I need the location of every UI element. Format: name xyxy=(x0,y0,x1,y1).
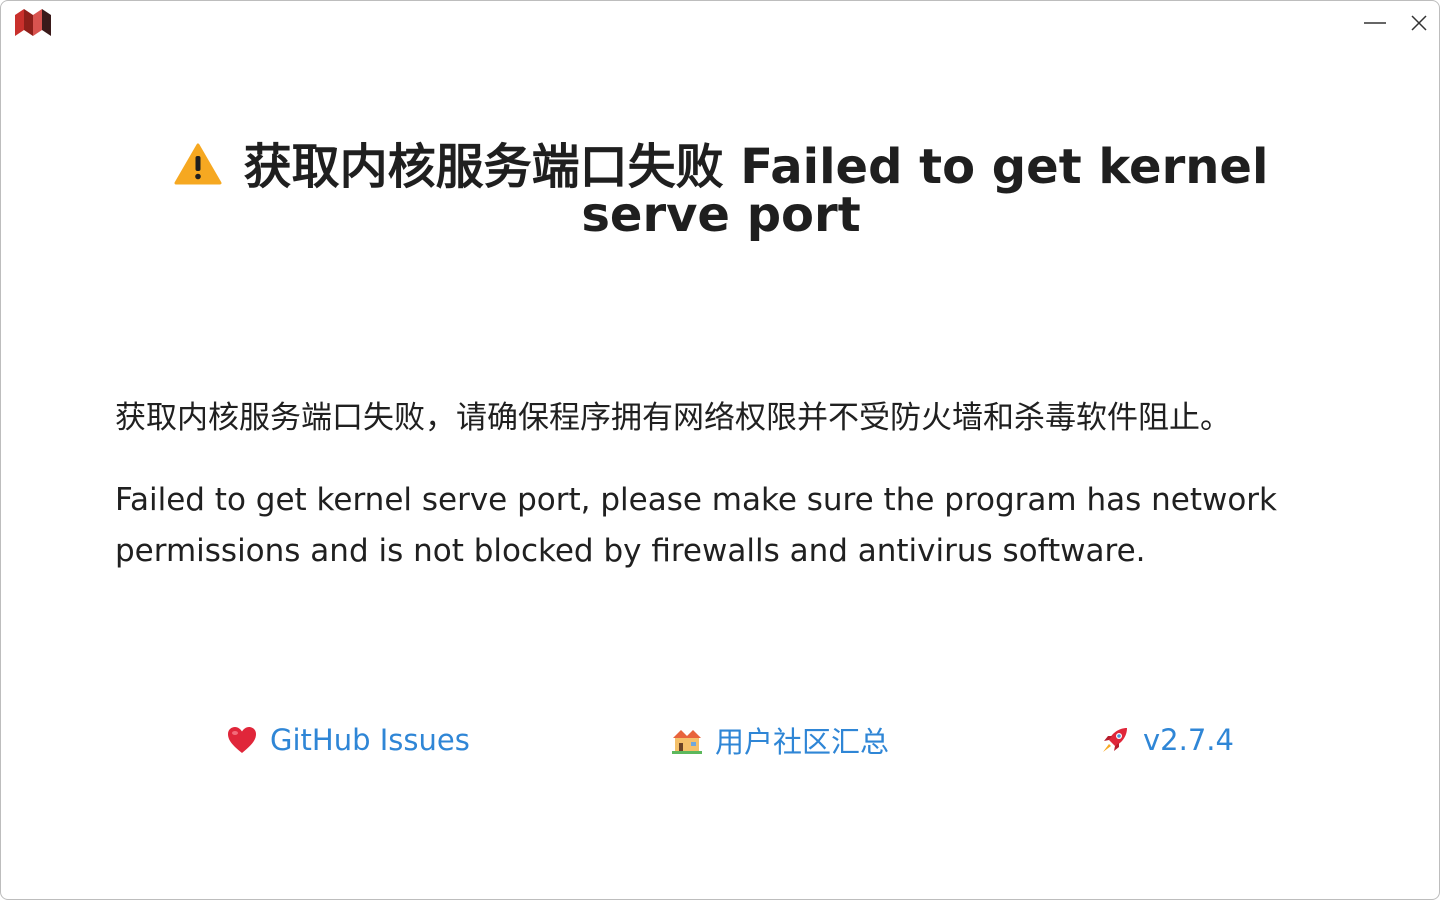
github-issues-link[interactable]: GitHub Issues xyxy=(226,719,470,761)
community-link[interactable]: 用户社区汇总 xyxy=(671,719,889,761)
close-icon xyxy=(1411,15,1427,31)
github-issues-label: GitHub Issues xyxy=(270,723,470,757)
version-link[interactable]: v2.7.4 xyxy=(1099,719,1234,761)
siyuan-logo-icon xyxy=(15,9,51,36)
house-icon xyxy=(672,730,702,754)
error-message-zh: 获取内核服务端口失败，请确保程序拥有网络权限并不受防火墙和杀毒软件阻止。 xyxy=(115,400,1231,436)
dialog-title-text: 获取内核服务端口失败 Failed to get kernel serve po… xyxy=(243,139,1269,243)
version-label: v2.7.4 xyxy=(1143,723,1234,757)
minimize-icon xyxy=(1364,22,1386,24)
app-window: 获取内核服务端口失败 Failed to get kernel serve po… xyxy=(0,0,1440,900)
minimize-button[interactable] xyxy=(1355,7,1395,39)
close-button[interactable] xyxy=(1399,7,1439,39)
error-message-en: Failed to get kernel serve port, please … xyxy=(115,482,1277,569)
community-label: 用户社区汇总 xyxy=(715,725,890,759)
heart-icon xyxy=(228,727,256,753)
warning-icon xyxy=(174,143,222,185)
dialog-title: 获取内核服务端口失败 Failed to get kernel serve po… xyxy=(121,143,1321,239)
rocket-icon xyxy=(1103,728,1127,752)
